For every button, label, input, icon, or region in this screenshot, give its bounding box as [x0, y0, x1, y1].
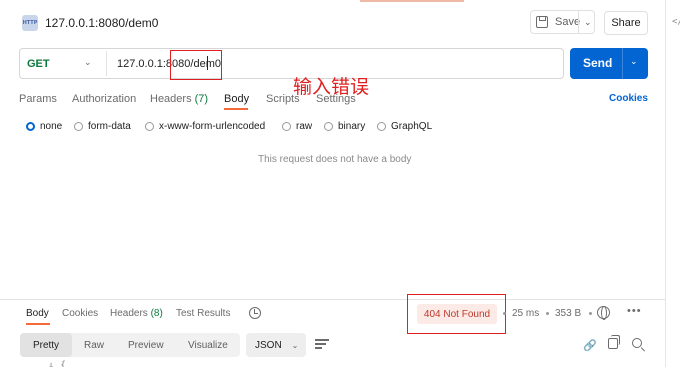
- share-button[interactable]: Share: [604, 11, 648, 35]
- radio-graphql[interactable]: GraphQL: [377, 121, 432, 132]
- chevron-down-icon[interactable]: ⌄: [84, 57, 92, 68]
- save-label: Save: [555, 16, 581, 28]
- send-button[interactable]: Send ⌄: [570, 48, 648, 79]
- response-time[interactable]: 25 ms: [512, 308, 539, 319]
- code-icon[interactable]: </: [672, 17, 680, 27]
- request-title[interactable]: 127.0.0.1:8080/dem0: [45, 16, 158, 30]
- tab-authorization[interactable]: Authorization: [72, 93, 136, 105]
- right-sidebar-border: [665, 0, 666, 367]
- link-icon[interactable]: 🔗: [583, 339, 597, 352]
- tab-headers[interactable]: Headers (7): [150, 93, 208, 105]
- radio-form-data[interactable]: form-data: [74, 121, 131, 132]
- send-label: Send: [583, 56, 613, 70]
- separator-dot: [546, 312, 549, 315]
- annotation-box-status: [407, 294, 506, 334]
- response-tab-test-results[interactable]: Test Results: [176, 308, 230, 319]
- response-tab-body[interactable]: Body: [26, 308, 49, 319]
- radio-none[interactable]: none: [26, 121, 62, 132]
- response-size[interactable]: 353 B: [555, 308, 581, 319]
- radio-button[interactable]: [145, 122, 154, 131]
- globe-icon[interactable]: [597, 306, 610, 320]
- tab-body[interactable]: Body: [224, 93, 249, 105]
- save-divider: [578, 11, 579, 33]
- send-divider: [622, 48, 623, 79]
- tab-active-underline: [224, 108, 248, 110]
- annotation-box-url: [170, 50, 222, 80]
- pane-divider[interactable]: [0, 299, 665, 300]
- tab-settings[interactable]: Settings: [316, 93, 356, 105]
- response-tab-cookies[interactable]: Cookies: [62, 308, 98, 319]
- response-tab-headers[interactable]: Headers (8): [110, 308, 163, 319]
- copy-icon[interactable]: [608, 335, 620, 349]
- empty-body-message: This request does not have a body: [258, 154, 412, 165]
- http-icon: HTTP: [22, 15, 38, 31]
- view-visualize[interactable]: Visualize: [188, 333, 228, 357]
- radio-x-www-form-urlencoded[interactable]: x-www-form-urlencoded: [145, 121, 265, 132]
- separator-dot: [503, 312, 506, 315]
- radio-button[interactable]: [324, 122, 333, 131]
- radio-raw[interactable]: raw: [282, 121, 312, 132]
- history-icon[interactable]: [249, 307, 261, 319]
- response-code-preview: ↓ {: [48, 360, 67, 367]
- view-raw[interactable]: Raw: [84, 333, 104, 357]
- radio-button[interactable]: [282, 122, 291, 131]
- separator-dot: [589, 312, 592, 315]
- chevron-down-icon: ⌄: [291, 340, 299, 350]
- save-button[interactable]: Save ⌄: [530, 10, 595, 34]
- url-bar: [19, 48, 564, 79]
- view-preview[interactable]: Preview: [128, 333, 164, 357]
- method-select[interactable]: GET: [27, 58, 50, 70]
- chevron-down-icon[interactable]: ⌄: [630, 56, 638, 67]
- radio-button[interactable]: [26, 122, 35, 131]
- radio-button[interactable]: [74, 122, 83, 131]
- active-tab-accent: [360, 0, 464, 2]
- response-tab-underline: [26, 323, 50, 325]
- url-divider: [106, 51, 107, 76]
- radio-button[interactable]: [377, 122, 386, 131]
- view-pretty[interactable]: Pretty: [20, 333, 72, 357]
- search-icon[interactable]: [632, 338, 642, 348]
- save-icon: [536, 16, 548, 28]
- cookies-link[interactable]: Cookies: [609, 93, 648, 104]
- wrap-lines-icon[interactable]: [315, 338, 330, 351]
- tab-scripts[interactable]: Scripts: [266, 93, 300, 105]
- chevron-down-icon[interactable]: ⌄: [584, 17, 592, 28]
- tab-params[interactable]: Params: [19, 93, 57, 105]
- radio-binary[interactable]: binary: [324, 121, 365, 132]
- more-icon[interactable]: •••: [627, 305, 642, 317]
- format-select[interactable]: JSON ⌄: [246, 333, 306, 357]
